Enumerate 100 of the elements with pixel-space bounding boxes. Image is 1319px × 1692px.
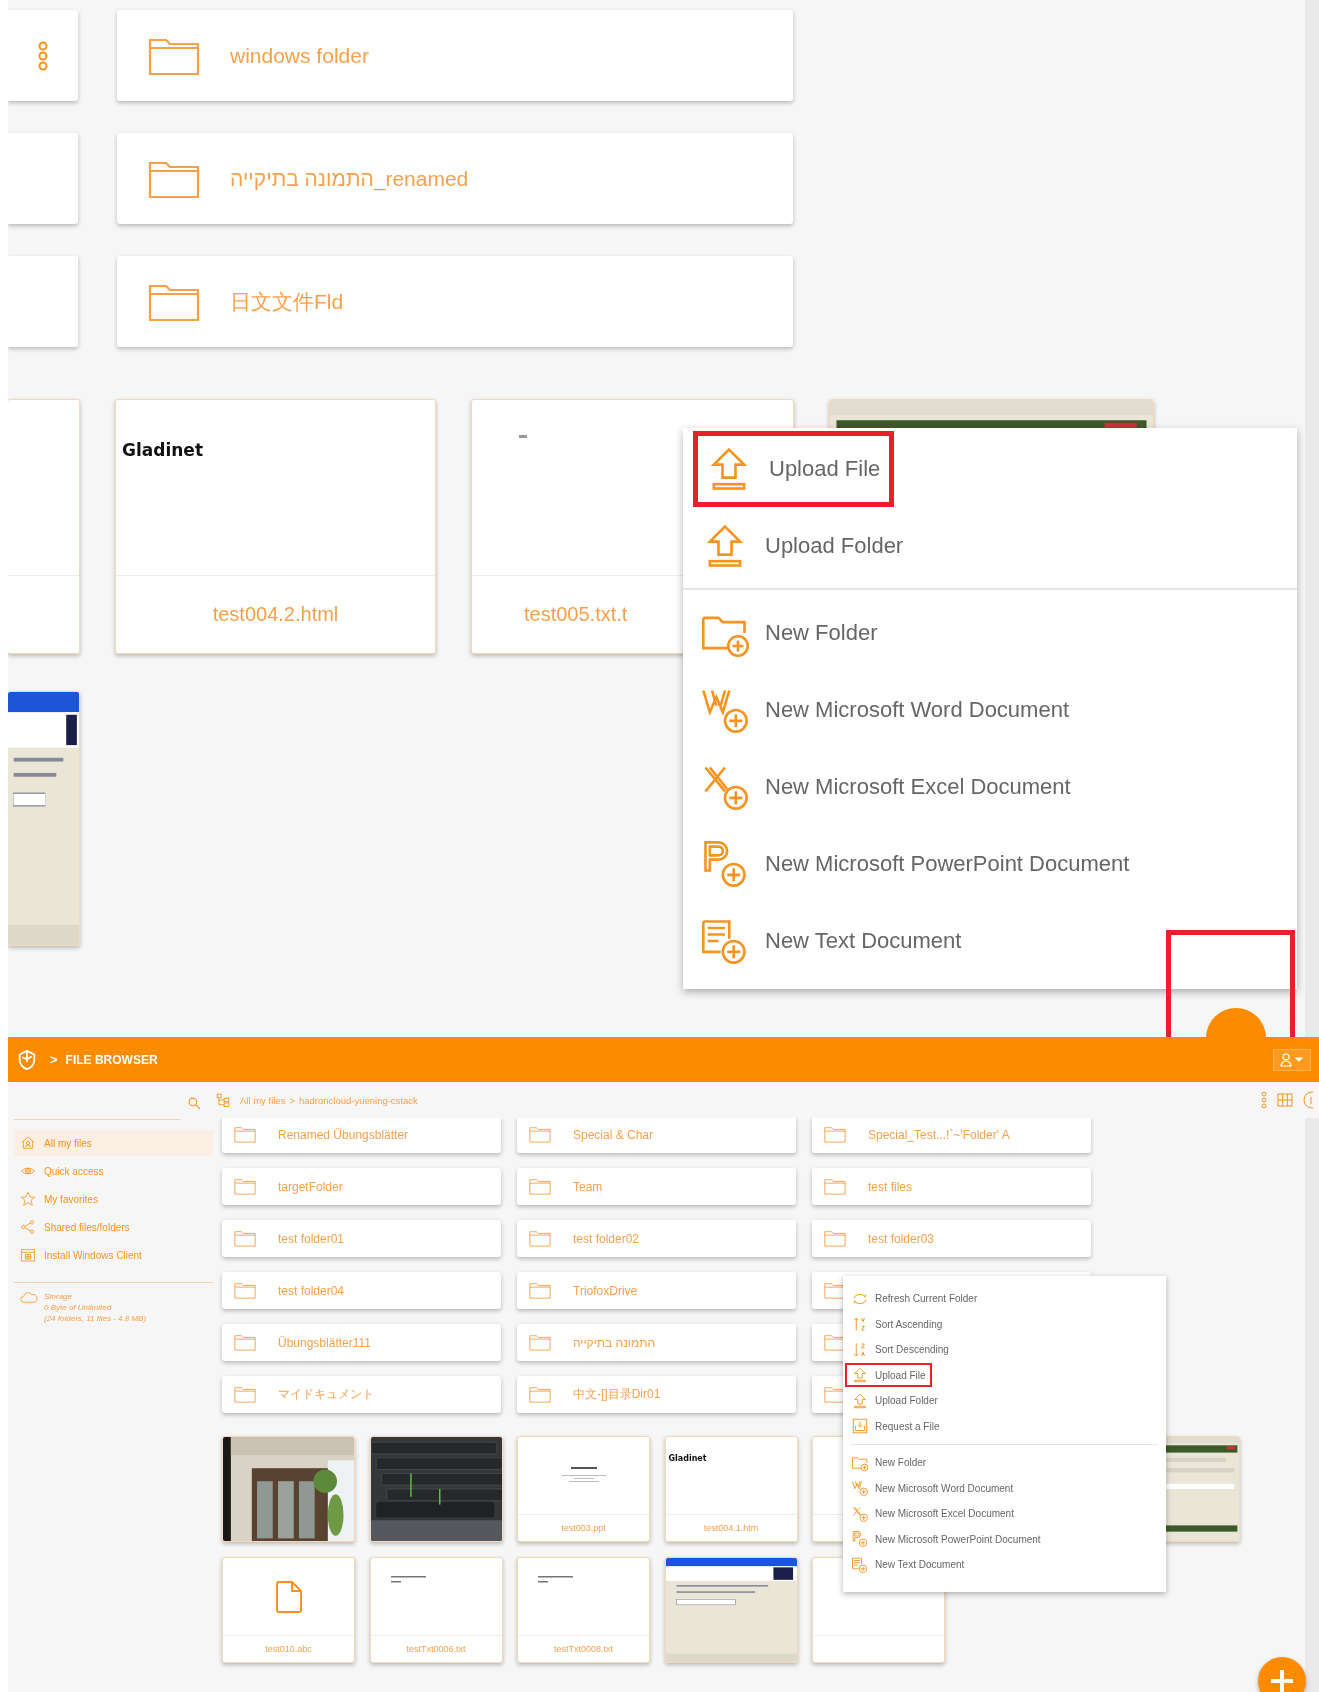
file-name: test004.1.htm (703, 1523, 759, 1533)
logo-icon[interactable] (16, 1048, 38, 1071)
menu-item[interactable]: New Microsoft PowerPoint Document (683, 825, 1297, 902)
window-icon (20, 1247, 36, 1263)
upload-icon (851, 1391, 869, 1410)
folder-tree-icon (216, 1093, 230, 1107)
upload-icon (851, 1366, 869, 1385)
folder-card[interactable]: test folder04 (222, 1272, 501, 1309)
folder-card[interactable] (8, 256, 78, 347)
folder-icon (234, 1126, 256, 1143)
menu-item[interactable]: New Text Document (683, 902, 1297, 979)
folder-card[interactable]: TriofoxDrive (517, 1272, 796, 1309)
folder-card[interactable]: התמונה בתיקייה (517, 1324, 796, 1361)
folder-card[interactable]: test folder02 (517, 1220, 796, 1257)
sidebar-item[interactable]: Quick access (14, 1158, 213, 1184)
menu-item[interactable]: Upload File (843, 1362, 1166, 1388)
menu-item[interactable]: New Microsoft Word Document (843, 1475, 1166, 1501)
folder-name: Renamed Übungsblätter (278, 1127, 409, 1142)
folder-icon (824, 1126, 846, 1143)
user-menu-button[interactable] (1273, 1048, 1311, 1071)
breadcrumb-separator: > (50, 1052, 58, 1067)
folder-name: windows folder (230, 43, 369, 68)
add-button[interactable] (1258, 1657, 1306, 1692)
folder-name: test folder03 (868, 1231, 935, 1246)
sidebar-item[interactable]: My favorites (14, 1186, 213, 1212)
menu-item[interactable]: Refresh Current Folder (843, 1286, 1166, 1312)
folder-name: 日文文件Fld (230, 288, 344, 315)
folder-card[interactable]: 中文-[]目录Dir01 (517, 1376, 796, 1413)
file-card[interactable] (8, 399, 80, 654)
file-card[interactable]: Gladinet test004.2.html (115, 399, 436, 654)
folder-card[interactable]: Team (517, 1168, 796, 1205)
document-plus-icon (851, 1504, 869, 1523)
folder-icon (234, 1334, 256, 1351)
folder-card[interactable]: targetFolder (222, 1168, 501, 1205)
folder-card[interactable]: Special & Char (517, 1118, 796, 1153)
document-plus-icon (851, 1479, 869, 1498)
menu-item[interactable]: New Microsoft Excel Document (683, 748, 1297, 825)
more-options-icon[interactable] (37, 40, 49, 71)
sidebar-item[interactable]: All my files (14, 1130, 213, 1156)
file-card[interactable]: test010.abc (222, 1557, 355, 1663)
menu-item[interactable]: New Text Document (843, 1552, 1166, 1578)
file-card[interactable]: test003.ppt (517, 1436, 650, 1542)
grid-view-icon[interactable] (1277, 1092, 1293, 1108)
breadcrumb-separator: > (289, 1094, 295, 1106)
folder-card[interactable]: windows folder (117, 10, 793, 101)
file-name: testTxt0008.txt (554, 1644, 613, 1654)
folder-icon (234, 1178, 256, 1195)
info-icon[interactable] (1303, 1091, 1313, 1109)
file-name: test010.abc (265, 1644, 312, 1654)
folder-icon (824, 1230, 846, 1247)
file-card[interactable]: Gladinet test004.1.htm (664, 1436, 798, 1542)
menu-item[interactable]: New Microsoft PowerPoint Document (843, 1526, 1166, 1552)
folder-card[interactable]: test folder01 (222, 1220, 501, 1257)
folder-card[interactable] (8, 10, 78, 101)
menu-item[interactable]: Request a File (843, 1413, 1166, 1439)
menu-item[interactable]: Sort Descending (843, 1337, 1166, 1363)
folder-icon (234, 1386, 256, 1403)
folder-card[interactable]: התמונה בתיקייה_renamed (117, 133, 793, 224)
file-name: testTxt0006.txt (406, 1644, 466, 1654)
folder-card[interactable]: test files (812, 1168, 1091, 1205)
storage-usage: 0 Byte of Unlimited (44, 1302, 113, 1313)
file-name: test004.2.html (212, 603, 339, 626)
storage-summary: (24 folders, 11 files - 4.8 MB) (44, 1313, 147, 1324)
breadcrumb-link[interactable]: All my files (240, 1094, 286, 1106)
folder-name: התמונה בתיקייה_renamed (230, 166, 469, 191)
folder-card[interactable]: Übungsblätter111 (222, 1324, 501, 1361)
sidebar-item[interactable]: Install Windows Client (14, 1242, 213, 1268)
folder-name: TriofoxDrive (573, 1283, 638, 1298)
folder-card[interactable]: Renamed Übungsblätter (222, 1118, 501, 1153)
search-icon[interactable] (188, 1096, 201, 1110)
folder-card[interactable] (8, 133, 78, 224)
document-plus-icon (851, 1530, 869, 1549)
folder-name: targetFolder (278, 1179, 343, 1194)
folder-card[interactable]: 日文文件Fld (117, 256, 793, 347)
file-card[interactable]: testTxt0008.txt (517, 1557, 650, 1663)
folder-icon (529, 1334, 551, 1351)
inbox-icon (851, 1417, 869, 1436)
page-title: FILE BROWSER (65, 1052, 158, 1067)
more-options-icon[interactable] (1261, 1091, 1267, 1109)
cloud-icon (20, 1291, 38, 1303)
folder-icon (529, 1230, 551, 1247)
folder-icon (529, 1282, 551, 1299)
breadcrumb-link[interactable]: hadroncloud-yuening-cstack (298, 1094, 418, 1106)
share-icon (20, 1219, 36, 1235)
file-card[interactable]: testTxt0006.txt (369, 1557, 503, 1663)
home-icon (20, 1135, 36, 1151)
folder-name: マイドキュメント (278, 1386, 374, 1403)
scrollbar[interactable] (1305, 1118, 1319, 1692)
menu-item[interactable]: New Folder (843, 1450, 1166, 1476)
folder-name: test folder04 (278, 1283, 345, 1298)
folder-card[interactable]: マイドキュメント (222, 1376, 501, 1413)
menu-item[interactable]: New Microsoft Excel Document (843, 1501, 1166, 1527)
menu-item[interactable]: Upload Folder (843, 1388, 1166, 1414)
folder-card[interactable]: Special_Test...!`~'Folder' A (812, 1118, 1091, 1153)
menu-item[interactable]: New Microsoft Word Document (683, 671, 1297, 748)
preview-drawing (562, 1467, 606, 1482)
sidebar-item[interactable]: Shared files/folders (14, 1214, 213, 1240)
scrollbar[interactable] (1305, 0, 1319, 1037)
menu-item[interactable]: Sort Ascending (843, 1311, 1166, 1337)
folder-card[interactable]: test folder03 (812, 1220, 1091, 1257)
